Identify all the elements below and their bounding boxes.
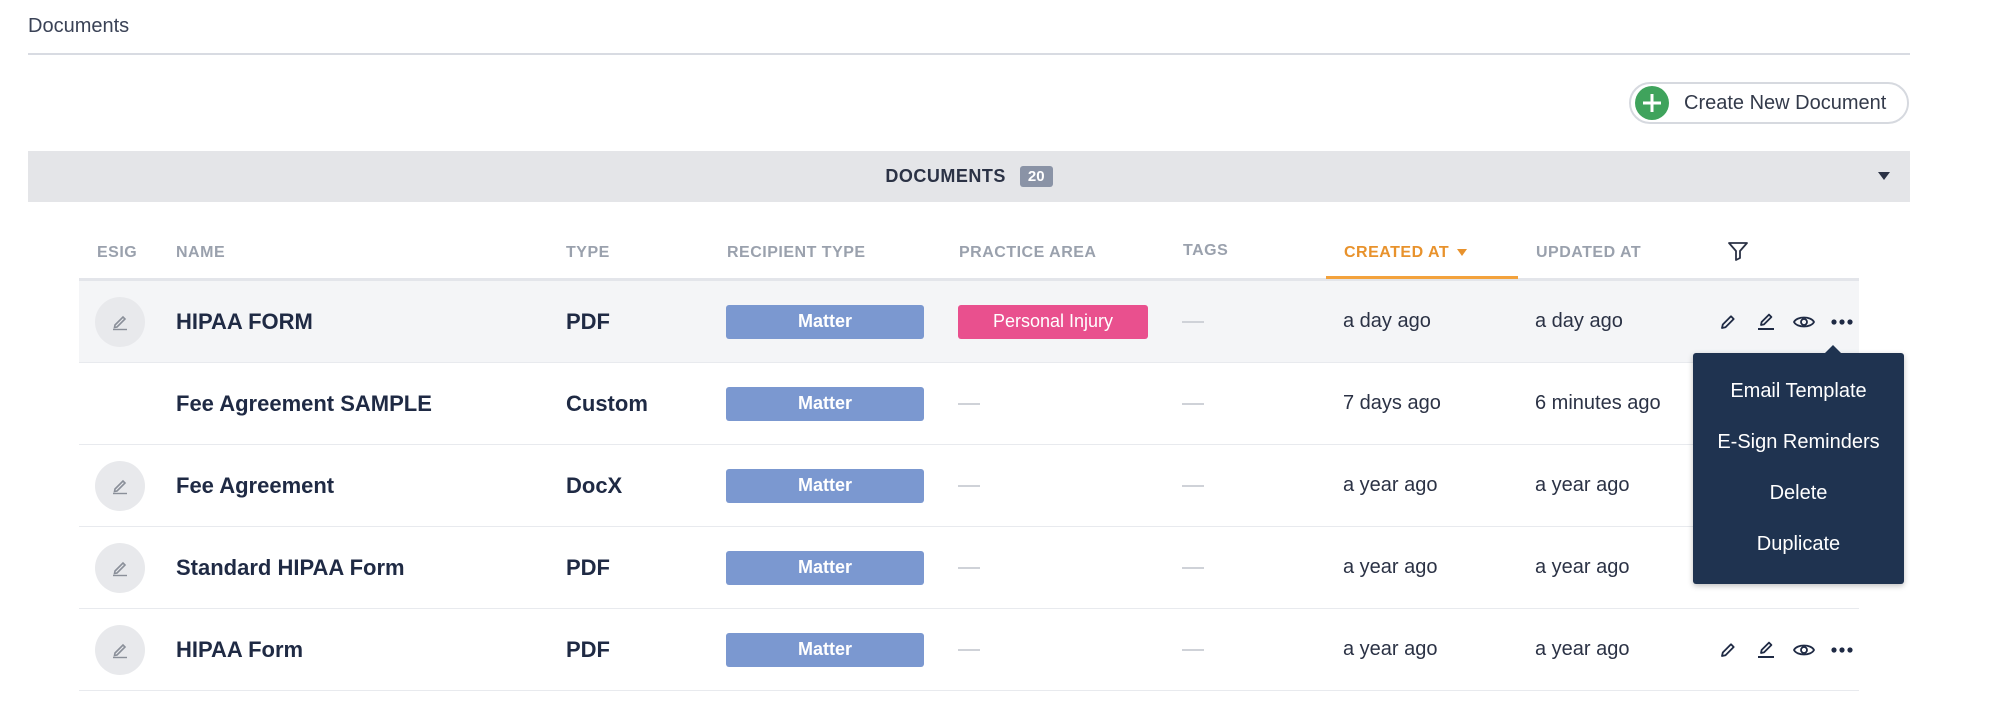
- document-type: PDF: [566, 554, 610, 580]
- updated-at: 6 minutes ago: [1535, 392, 1661, 414]
- recipient-type-badge: Matter: [726, 304, 924, 339]
- tags-empty-dash: [1182, 648, 1204, 651]
- column-name[interactable]: NAME: [176, 244, 225, 262]
- row-actions-menu: Email Template E-Sign Reminders Delete D…: [1693, 345, 1904, 584]
- eye-icon[interactable]: [1791, 637, 1817, 663]
- column-updated-at[interactable]: UPDATED AT: [1536, 244, 1641, 262]
- collapse-caret-icon[interactable]: [1878, 172, 1890, 180]
- column-created-at[interactable]: CREATED AT: [1344, 244, 1468, 262]
- menu-item-delete[interactable]: Delete: [1693, 468, 1904, 519]
- table-row[interactable]: Fee Agreement DocX Matter a year ago a y…: [79, 445, 1859, 527]
- sort-descending-icon: [1457, 249, 1468, 257]
- tags-empty-dash: [1182, 402, 1204, 405]
- esign-icon[interactable]: [95, 542, 145, 593]
- document-type: PDF: [566, 308, 610, 334]
- menu-pointer: [1825, 345, 1841, 353]
- breadcrumb-divider: [28, 53, 1910, 55]
- practice-area-empty-dash: [958, 648, 980, 651]
- created-at: a year ago: [1343, 556, 1438, 578]
- eye-icon[interactable]: [1791, 309, 1817, 335]
- table-row[interactable]: HIPAA FORM PDF Matter Personal Injury a …: [79, 281, 1859, 363]
- section-title: DOCUMENTS: [885, 166, 1006, 186]
- updated-at: a year ago: [1535, 474, 1630, 496]
- menu-item-duplicate[interactable]: Duplicate: [1693, 519, 1904, 570]
- pencil-icon[interactable]: [1715, 637, 1741, 663]
- document-type: Custom: [566, 390, 648, 416]
- document-name[interactable]: HIPAA Form: [176, 609, 303, 690]
- column-type[interactable]: TYPE: [566, 244, 610, 262]
- document-type: PDF: [566, 636, 610, 662]
- more-options-icon[interactable]: [1829, 637, 1855, 663]
- filter-icon[interactable]: [1727, 240, 1749, 267]
- esign-icon[interactable]: [95, 296, 145, 347]
- pencil-icon[interactable]: [1715, 309, 1741, 335]
- created-at: a day ago: [1343, 310, 1431, 332]
- practice-area-empty-dash: [958, 402, 980, 405]
- column-esig[interactable]: ESIG: [97, 244, 137, 262]
- plus-circle-icon: [1635, 86, 1669, 120]
- column-practice-area[interactable]: PRACTICE AREA: [959, 244, 1096, 262]
- tags-empty-dash: [1182, 566, 1204, 569]
- sign-icon[interactable]: [1753, 309, 1779, 335]
- practice-area-badge: Personal Injury: [958, 304, 1148, 339]
- document-type: DocX: [566, 472, 623, 498]
- create-new-document-button[interactable]: Create New Document: [1629, 82, 1909, 124]
- active-sort-underline: [1326, 276, 1518, 279]
- esign-icon[interactable]: [95, 624, 145, 675]
- recipient-type-badge: Matter: [726, 468, 924, 503]
- column-recipient-type[interactable]: RECIPIENT TYPE: [727, 244, 866, 262]
- table-row[interactable]: HIPAA Form PDF Matter a year ago a year …: [79, 609, 1859, 691]
- menu-item-esign-reminders[interactable]: E-Sign Reminders: [1693, 417, 1904, 468]
- table-header: ESIG NAME TYPE RECIPIENT TYPE PRACTICE A…: [79, 232, 1859, 281]
- recipient-type-badge: Matter: [726, 386, 924, 421]
- recipient-type-badge: Matter: [726, 632, 924, 667]
- created-at: a year ago: [1343, 638, 1438, 660]
- sign-icon[interactable]: [1753, 637, 1779, 663]
- tags-empty-dash: [1182, 320, 1204, 323]
- document-name[interactable]: Fee Agreement SAMPLE: [176, 363, 432, 444]
- table-row[interactable]: Fee Agreement SAMPLE Custom Matter 7 day…: [79, 363, 1859, 445]
- recipient-type-badge: Matter: [726, 550, 924, 585]
- create-new-document-label: Create New Document: [1684, 91, 1887, 114]
- document-count-badge: 20: [1019, 166, 1053, 187]
- updated-at: a day ago: [1535, 310, 1623, 332]
- breadcrumb: Documents: [28, 15, 130, 37]
- menu-item-email-template[interactable]: Email Template: [1693, 366, 1904, 417]
- documents-section-header[interactable]: DOCUMENTS 20: [28, 151, 1910, 202]
- updated-at: a year ago: [1535, 556, 1630, 578]
- practice-area-empty-dash: [958, 566, 980, 569]
- created-at: 7 days ago: [1343, 392, 1441, 414]
- documents-table: ESIG NAME TYPE RECIPIENT TYPE PRACTICE A…: [79, 232, 1859, 691]
- more-options-icon[interactable]: [1829, 309, 1855, 335]
- table-row[interactable]: Standard HIPAA Form PDF Matter a year ag…: [79, 527, 1859, 609]
- esign-icon[interactable]: [95, 460, 145, 511]
- column-created-at-label: CREATED AT: [1344, 244, 1450, 261]
- updated-at: a year ago: [1535, 638, 1630, 660]
- tags-empty-dash: [1182, 484, 1204, 487]
- document-name[interactable]: HIPAA FORM: [176, 281, 313, 362]
- document-name[interactable]: Standard HIPAA Form: [176, 527, 405, 608]
- column-tags[interactable]: TAGS: [1183, 242, 1228, 260]
- practice-area-empty-dash: [958, 484, 980, 487]
- document-name[interactable]: Fee Agreement: [176, 445, 334, 526]
- created-at: a year ago: [1343, 474, 1438, 496]
